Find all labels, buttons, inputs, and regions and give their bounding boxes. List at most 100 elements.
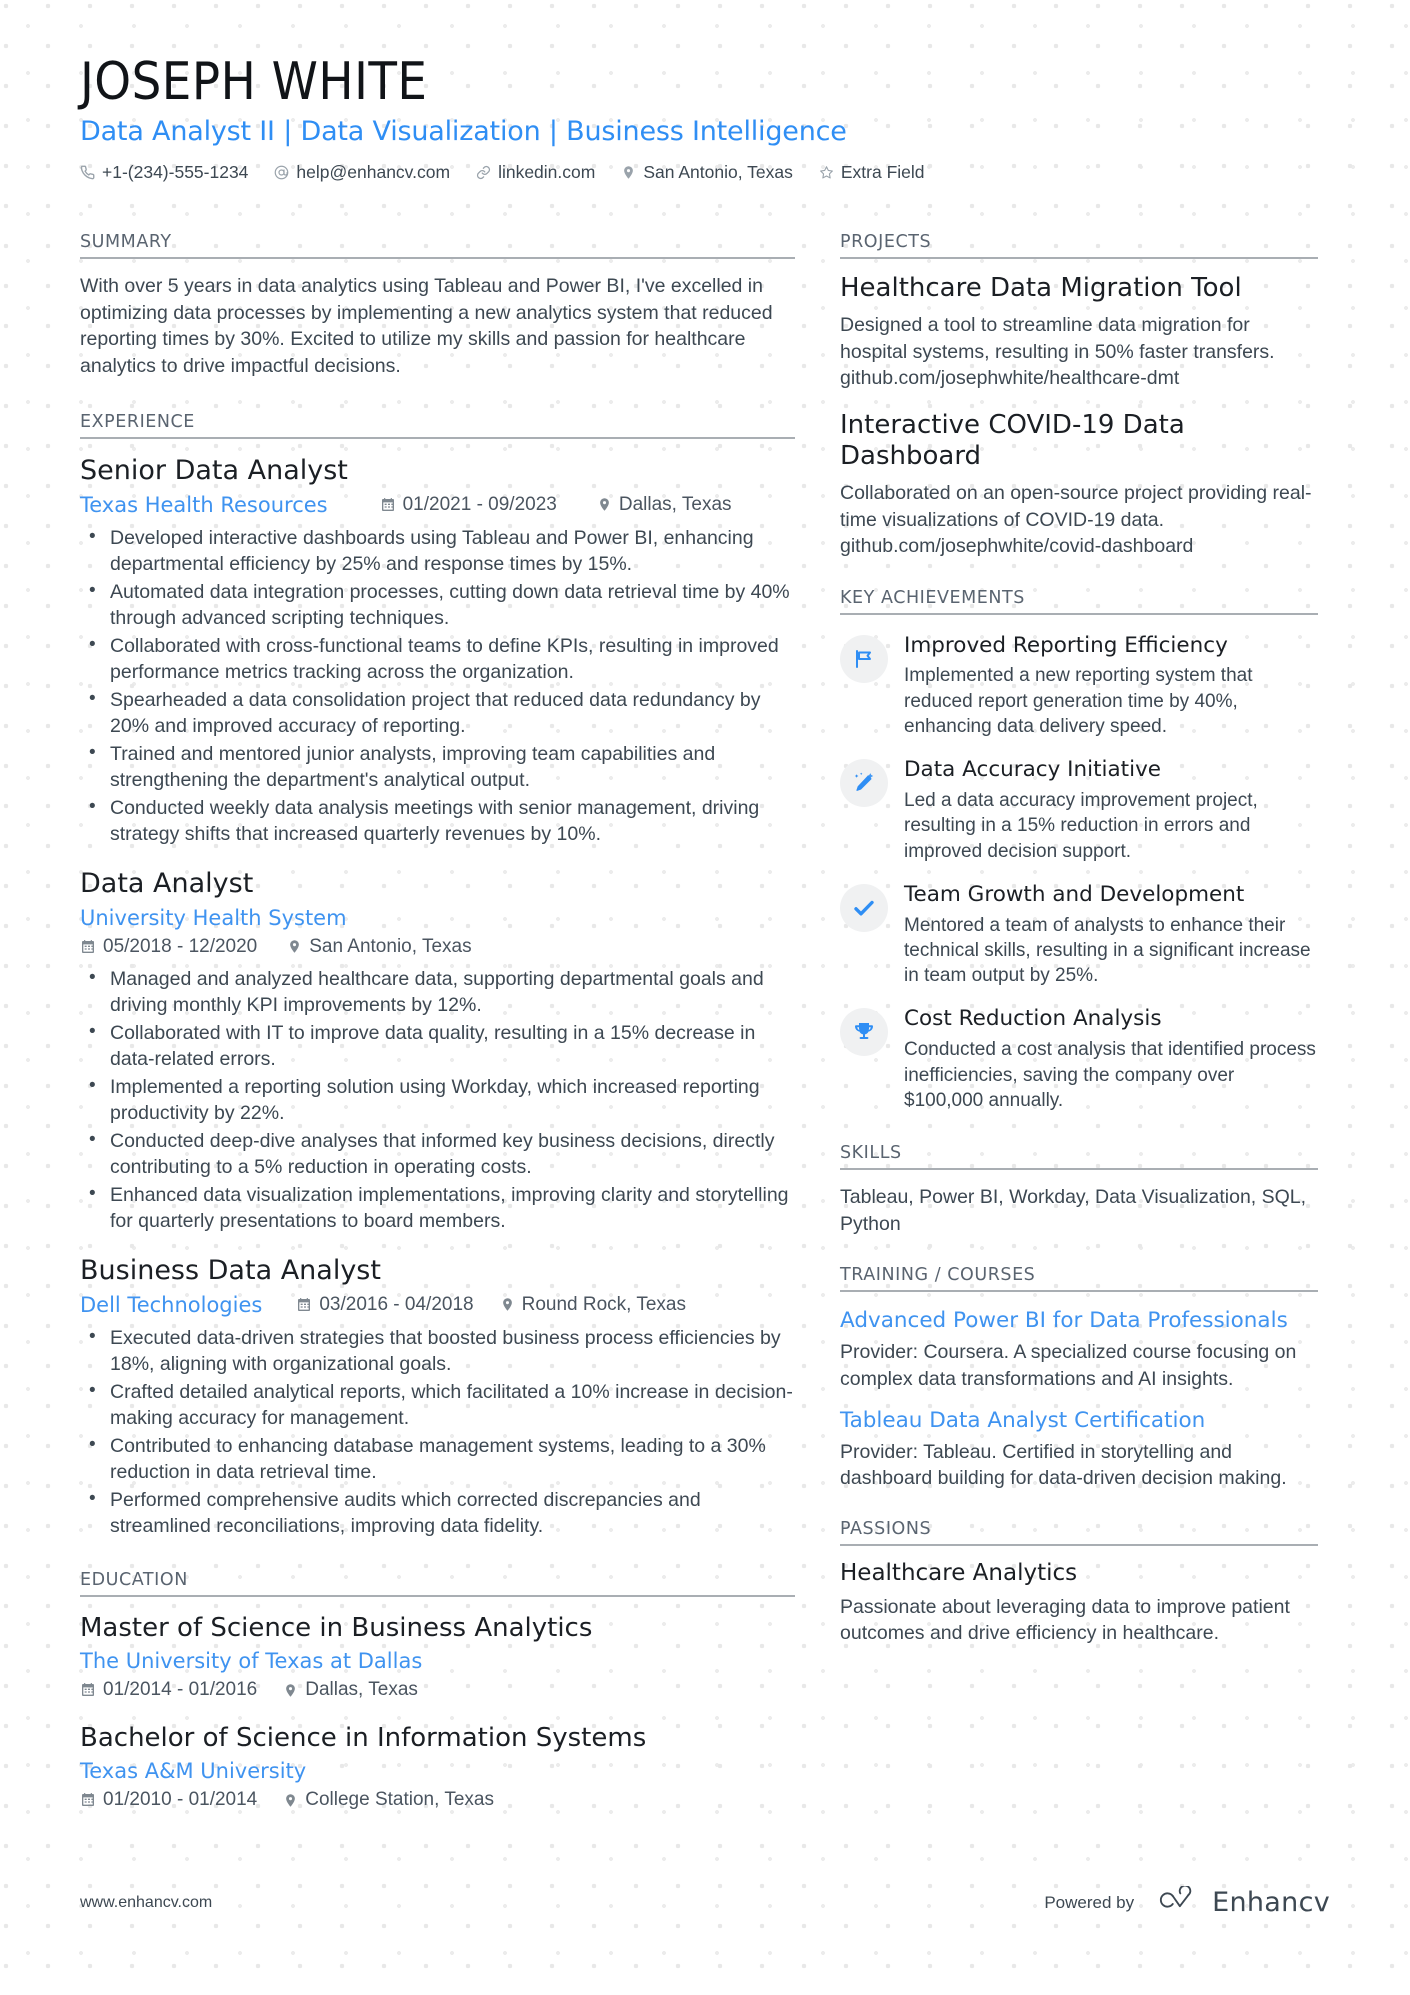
job-dates-text: 05/2018 - 12/2020 — [103, 935, 258, 957]
section-title-passions: PASSIONS — [840, 1519, 1318, 1547]
calendar-icon — [296, 1297, 312, 1313]
contact-list: +1-(234)-555-1234 help@enhancv.com linke… — [80, 162, 1330, 183]
job-dates: 03/2016 - 04/2018 — [296, 1293, 474, 1316]
achievement-item: Cost Reduction Analysis Conducted a cost… — [840, 1006, 1318, 1113]
contact-email-text: help@enhancv.com — [296, 161, 451, 182]
job-dates-text: 01/2021 - 09/2023 — [402, 493, 557, 515]
job-bullets: Managed and analyzed healthcare data, su… — [80, 965, 795, 1235]
job-bullets: Executed data-driven strategies that boo… — [80, 1324, 795, 1540]
job-bullet: Crafted detailed analytical reports, whi… — [89, 1378, 795, 1432]
education-item: Bachelor of Science in Information Syste… — [80, 1723, 795, 1811]
job-company[interactable]: Texas Health Resources — [80, 493, 328, 517]
footer-url[interactable]: www.enhancv.com — [80, 1894, 212, 1912]
education-location-text: College Station, Texas — [305, 1789, 494, 1811]
achievement-title: Team Growth and Development — [904, 881, 1245, 907]
section-passions: PASSIONS Healthcare Analytics Passionate… — [840, 1519, 1318, 1646]
job-title: Business Data Analyst — [80, 1254, 381, 1286]
education-dates: 01/2014 - 01/2016 — [80, 1679, 257, 1701]
achievement-item: Improved Reporting Efficiency Implemente… — [840, 633, 1318, 740]
job-bullet: Developed interactive dashboards using T… — [89, 524, 795, 578]
contact-phone-text: +1-(234)-555-1234 — [102, 161, 249, 182]
education-location: College Station, Texas — [283, 1789, 494, 1811]
job-bullet: Managed and analyzed healthcare data, su… — [89, 965, 795, 1019]
contact-phone[interactable]: +1-(234)-555-1234 — [80, 162, 248, 183]
section-skills: SKILLS Tableau, Power BI, Workday, Data … — [840, 1143, 1318, 1237]
achievement-description: Implemented a new reporting system that … — [904, 665, 1253, 737]
enhancv-logo-icon — [1152, 1884, 1198, 1919]
job-bullet: Automated data integration processes, cu… — [89, 578, 795, 632]
job-location-text: San Antonio, Texas — [309, 935, 472, 957]
enhancv-brand-name: Enhancv — [1212, 1887, 1330, 1918]
project-title: Healthcare Data Migration Tool — [840, 273, 1242, 303]
course-description: Provider: Tableau. Certified in storytel… — [840, 1440, 1287, 1489]
contact-location: San Antonio, Texas — [621, 162, 793, 183]
section-training: TRAINING / COURSES Advanced Power BI for… — [840, 1265, 1318, 1491]
job-bullet: Executed data-driven strategies that boo… — [89, 1324, 795, 1378]
star-icon — [819, 165, 834, 180]
location-icon — [621, 165, 636, 180]
section-summary: SUMMARY With over 5 years in data analyt… — [80, 232, 795, 380]
right-column: PROJECTS Healthcare Data Migration Tool … — [840, 232, 1318, 1647]
passion-title: Healthcare Analytics — [840, 1560, 1078, 1587]
course-description: Provider: Coursera. A specialized course… — [840, 1341, 1297, 1390]
education-degree: Bachelor of Science in Information Syste… — [80, 1723, 647, 1754]
contact-email[interactable]: help@enhancv.com — [274, 162, 450, 183]
contact-extra-field: Extra Field — [819, 162, 925, 183]
section-title-skills: SKILLS — [840, 1143, 1318, 1171]
job-location: Round Rock, Texas — [500, 1294, 686, 1316]
job-company[interactable]: University Health System — [80, 906, 347, 930]
job-bullets: Developed interactive dashboards using T… — [80, 524, 795, 848]
contact-location-text: San Antonio, Texas — [643, 161, 793, 182]
section-projects: PROJECTS Healthcare Data Migration Tool … — [840, 232, 1318, 560]
course-item: Tableau Data Analyst Certification Provi… — [840, 1408, 1318, 1491]
project-item: Interactive COVID-19 Data Dashboard Coll… — [840, 410, 1318, 560]
education-degree: Master of Science in Business Analytics — [80, 1612, 593, 1643]
achievement-body: Improved Reporting Efficiency Implemente… — [904, 633, 1318, 740]
professional-headline: Data Analyst II | Data Visualization | B… — [80, 116, 847, 148]
education-location: Dallas, Texas — [283, 1679, 418, 1701]
calendar-icon — [80, 939, 96, 955]
job-dates-text: 03/2016 - 04/2018 — [319, 1293, 474, 1315]
job-bullet: Collaborated with cross-functional teams… — [89, 632, 795, 686]
calendar-icon — [80, 1682, 96, 1698]
left-column: SUMMARY With over 5 years in data analyt… — [80, 232, 795, 1811]
course-title[interactable]: Advanced Power BI for Data Professionals — [840, 1308, 1318, 1334]
section-title-experience: EXPERIENCE — [80, 412, 795, 439]
job-company[interactable]: Dell Technologies — [80, 1293, 262, 1317]
achievement-badge — [840, 759, 888, 808]
job-location-text: Round Rock, Texas — [521, 1293, 686, 1315]
job-title: Data Analyst — [80, 867, 254, 899]
job-dates: 01/2021 - 09/2023 — [380, 494, 557, 516]
job-meta: 05/2018 - 12/2020 San Antonio, Texas — [80, 936, 795, 958]
achievement-description: Conducted a cost analysis that identifie… — [904, 1039, 1316, 1111]
email-icon — [274, 165, 289, 180]
page-footer: www.enhancv.com Powered by Enhancv — [80, 1884, 1330, 1919]
job-location: San Antonio, Texas — [287, 935, 472, 958]
course-title[interactable]: Tableau Data Analyst Certification — [840, 1408, 1318, 1434]
education-location-text: Dallas, Texas — [305, 1679, 418, 1701]
education-school[interactable]: Texas A&M University — [80, 1759, 795, 1783]
achievement-description: Mentored a team of analysts to enhance t… — [904, 914, 1311, 987]
project-description: Collaborated on an open-source project p… — [840, 482, 1312, 558]
resume-header: JOSEPH WHITE Data Analyst II | Data Visu… — [80, 54, 1330, 183]
education-school[interactable]: The University of Texas at Dallas — [80, 1649, 795, 1673]
job-bullet: Performed comprehensive audits which cor… — [89, 1486, 795, 1540]
achievement-body: Data Accuracy Initiative Led a data accu… — [904, 757, 1318, 864]
achievement-badge — [840, 1008, 888, 1057]
trophy-icon — [852, 1020, 876, 1044]
achievement-title: Improved Reporting Efficiency — [904, 632, 1228, 658]
contact-linkedin[interactable]: linkedin.com — [476, 162, 595, 183]
job-bullet: Conducted deep-dive analyses that inform… — [89, 1127, 795, 1181]
achievement-item: Team Growth and Development Mentored a t… — [840, 882, 1318, 989]
section-education: EDUCATION Master of Science in Business … — [80, 1570, 795, 1811]
section-title-projects: PROJECTS — [840, 232, 1318, 259]
location-icon — [500, 1297, 515, 1312]
education-dates: 01/2010 - 01/2014 — [80, 1789, 257, 1811]
job-bullet: Collaborated with IT to improve data qua… — [89, 1019, 795, 1073]
job-location-text: Dallas, Texas — [618, 493, 732, 515]
education-meta: 01/2010 - 01/2014 College Station, Texas — [80, 1789, 795, 1811]
job-bullet: Conducted weekly data analysis meetings … — [89, 794, 795, 848]
section-key-achievements: KEY ACHIEVEMENTS Improved Reporting Effi… — [840, 588, 1318, 1113]
section-title-summary: SUMMARY — [80, 232, 795, 259]
passion-description: Passionate about leveraging data to impr… — [840, 1595, 1290, 1645]
